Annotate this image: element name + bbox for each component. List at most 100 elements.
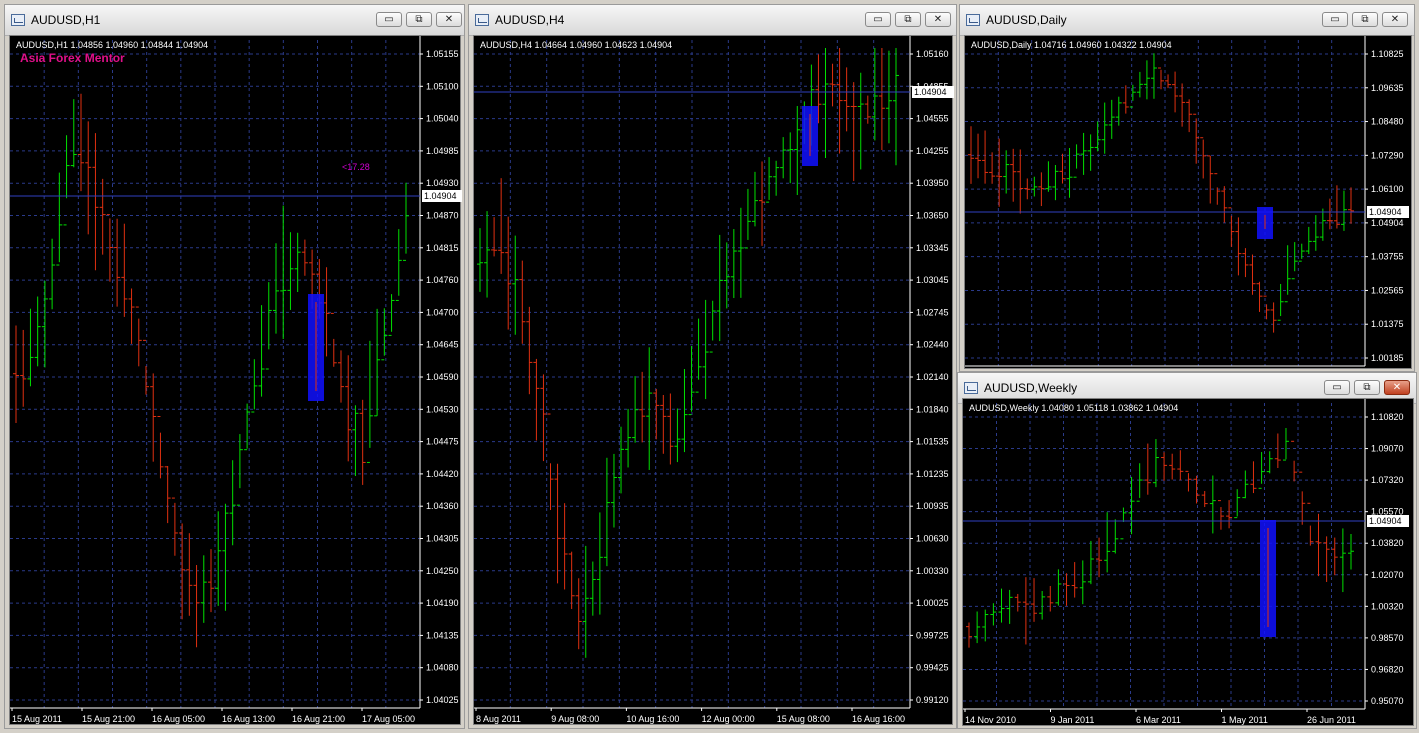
x-axis-label: 6 Mar 2011 xyxy=(1136,715,1181,725)
restore-button[interactable]: ⧉ xyxy=(406,12,432,27)
chart-area[interactable]: 1.05155 1.05100 1.05040 1.04985 1.04930 1.048… xyxy=(9,35,464,726)
y-axis-label: 1.05155 xyxy=(426,49,459,59)
y-axis-label: 1.02745 xyxy=(916,307,949,317)
window-titlebar[interactable]: AUDUSD,H1 ▭ ⧉ ✕ xyxy=(5,5,464,36)
chart-window-h1[interactable]: AUDUSD,H1 ▭ ⧉ ✕ 1.05155 1.05100 1.05040 1.0… xyxy=(4,4,465,729)
y-axis-label: 1.03045 xyxy=(916,275,949,285)
y-axis-label: 1.05100 xyxy=(426,81,459,91)
minimize-button[interactable]: ▭ xyxy=(1322,12,1348,27)
y-axis-label: 1.05160 xyxy=(916,49,949,59)
window-title: AUDUSD,Daily xyxy=(986,13,1067,27)
y-axis-label: 1.02565 xyxy=(1371,285,1404,295)
ohlc-info: AUDUSD,Daily 1.04716 1.04960 1.04322 1.0… xyxy=(971,40,1172,50)
y-axis-label: 1.03755 xyxy=(1371,252,1404,262)
y-axis-label: 1.04985 xyxy=(426,146,459,156)
x-axis-label: 16 Aug 21:00 xyxy=(292,714,345,724)
chart-window-daily[interactable]: AUDUSD,Daily ▭ ⧉ ✕ 1.10825 1.09635 1.08480… xyxy=(959,4,1415,372)
y-axis-label: 1.09070 xyxy=(1371,444,1404,454)
y-axis-label: 1.04700 xyxy=(426,307,459,317)
ohlc-info: AUDUSD,Weekly 1.04080 1.05118 1.03862 1.… xyxy=(969,403,1178,413)
chart-area[interactable]: 1.051601.048551.045551.042551.039501.036… xyxy=(473,35,954,726)
y-axis-label: 1.00330 xyxy=(916,566,949,576)
y-axis-label: 1.04250 xyxy=(426,566,459,576)
price-chart[interactable]: 1.10825 1.09635 1.08480 1.07290 1.06100 1.049… xyxy=(965,36,1413,370)
y-axis-label: 1.00630 xyxy=(916,534,949,544)
y-axis-label: 1.03650 xyxy=(916,211,949,221)
restore-button[interactable]: ⧉ xyxy=(1352,12,1378,27)
y-axis-label: 0.98570 xyxy=(1371,633,1404,643)
y-axis-label: 0.99725 xyxy=(916,630,949,640)
price-chart[interactable]: 1.051601.048551.045551.042551.039501.036… xyxy=(474,36,954,726)
y-axis-label: 1.04360 xyxy=(426,501,459,511)
window-title: AUDUSD,Weekly xyxy=(984,381,1078,395)
y-axis-label: 1.04645 xyxy=(426,340,459,350)
chart-area[interactable]: 1.10820 1.09070 1.07320 1.05570 1.03820 1.020… xyxy=(962,398,1414,726)
x-axis-label: 1 May 2011 xyxy=(1222,715,1268,725)
x-axis-label: 17 Aug 05:00 xyxy=(362,714,415,724)
y-axis-label: 1.04255 xyxy=(916,146,949,156)
y-axis-label: 1.02440 xyxy=(916,340,949,350)
x-axis-label: 15 Aug 08:00 xyxy=(777,714,830,724)
y-axis-label: 1.02140 xyxy=(916,372,949,382)
chart-window-h4[interactable]: AUDUSD,H4 ▭ ⧉ ✕ 1.051601.048551.045551.0… xyxy=(468,4,957,729)
y-axis-label: 1.04025 xyxy=(426,695,459,705)
y-axis-label: 1.04190 xyxy=(426,598,459,608)
y-axis-label: 1.10825 xyxy=(1371,49,1404,59)
y-axis-label: 1.07290 xyxy=(1371,150,1404,160)
current-price-label: 1.04904 xyxy=(424,191,457,201)
y-axis-label: 1.03345 xyxy=(916,243,949,253)
chart-window-icon xyxy=(964,382,978,394)
y-axis-label: 1.04870 xyxy=(426,211,459,221)
y-axis-label: 1.03950 xyxy=(916,178,949,188)
y-axis-label: 1.04420 xyxy=(426,469,459,479)
x-axis-label: 9 Jan 2011 xyxy=(1051,715,1095,725)
window-titlebar[interactable]: AUDUSD,Daily ▭ ⧉ ✕ xyxy=(960,5,1414,36)
y-axis-label: 1.04590 xyxy=(426,372,459,382)
current-price-label: 1.04904 xyxy=(914,87,947,97)
y-axis-label: 1.00185 xyxy=(1371,353,1404,363)
close-button[interactable]: ✕ xyxy=(1384,380,1410,395)
y-axis-label: 1.04475 xyxy=(426,437,459,447)
y-axis-label: 1.01840 xyxy=(916,404,949,414)
y-axis-label: 1.04135 xyxy=(426,630,459,640)
minimize-button[interactable]: ▭ xyxy=(865,12,891,27)
close-button[interactable]: ✕ xyxy=(436,12,462,27)
y-axis-label: 1.02070 xyxy=(1371,570,1404,580)
y-axis-label: 1.04555 xyxy=(916,114,949,124)
y-axis-label: 1.08480 xyxy=(1371,117,1404,127)
y-axis-label: 1.04305 xyxy=(426,534,459,544)
price-chart[interactable]: 1.05155 1.05100 1.05040 1.04985 1.04930 1.048… xyxy=(10,36,464,726)
y-axis-label: 1.04930 xyxy=(426,178,459,188)
y-axis-label: 1.03820 xyxy=(1371,538,1404,548)
x-axis-label: 16 Aug 13:00 xyxy=(222,714,275,724)
y-axis-label: 1.00320 xyxy=(1371,601,1404,611)
minimize-button[interactable]: ▭ xyxy=(376,12,402,27)
y-axis-label: 1.01235 xyxy=(916,469,949,479)
y-axis-label: 1.00025 xyxy=(916,598,949,608)
y-axis-label: 1.01375 xyxy=(1371,319,1404,329)
y-axis-label: 0.99120 xyxy=(916,695,949,705)
y-axis-label: 1.04904 xyxy=(1371,218,1404,228)
watermark-text: Asia Forex Mentor xyxy=(20,51,125,65)
chart-window-icon xyxy=(11,14,25,26)
restore-button[interactable]: ⧉ xyxy=(1354,380,1380,395)
chart-window-weekly[interactable]: AUDUSD,Weekly ▭ ⧉ ✕ 1.10820 1.09070 1.0732… xyxy=(957,372,1417,729)
x-axis-label: 14 Nov 2010 xyxy=(965,715,1016,725)
close-button[interactable]: ✕ xyxy=(1382,12,1408,27)
y-axis-label: 1.09635 xyxy=(1371,83,1404,93)
chart-window-icon xyxy=(966,14,980,26)
price-chart[interactable]: 1.108201.090701.073201.055701.038201.020… xyxy=(963,399,1415,727)
y-axis-label: 1.04760 xyxy=(426,275,459,285)
x-axis-label: 9 Aug 08:00 xyxy=(551,714,599,724)
y-axis-label: 1.10820 xyxy=(1371,412,1404,422)
close-button[interactable]: ✕ xyxy=(925,12,951,27)
y-axis-label: 0.96820 xyxy=(1371,664,1404,674)
annotation-label: <17.28 xyxy=(342,162,370,172)
restore-button[interactable]: ⧉ xyxy=(895,12,921,27)
window-titlebar[interactable]: AUDUSD,H4 ▭ ⧉ ✕ xyxy=(469,5,956,36)
x-axis-label: 12 Aug 00:00 xyxy=(702,714,755,724)
y-axis-label: 0.99425 xyxy=(916,663,949,673)
current-price-label: 1.04904 xyxy=(1369,207,1402,217)
minimize-button[interactable]: ▭ xyxy=(1324,380,1350,395)
chart-area[interactable]: 1.10825 1.09635 1.08480 1.07290 1.06100 1.049… xyxy=(964,35,1412,369)
